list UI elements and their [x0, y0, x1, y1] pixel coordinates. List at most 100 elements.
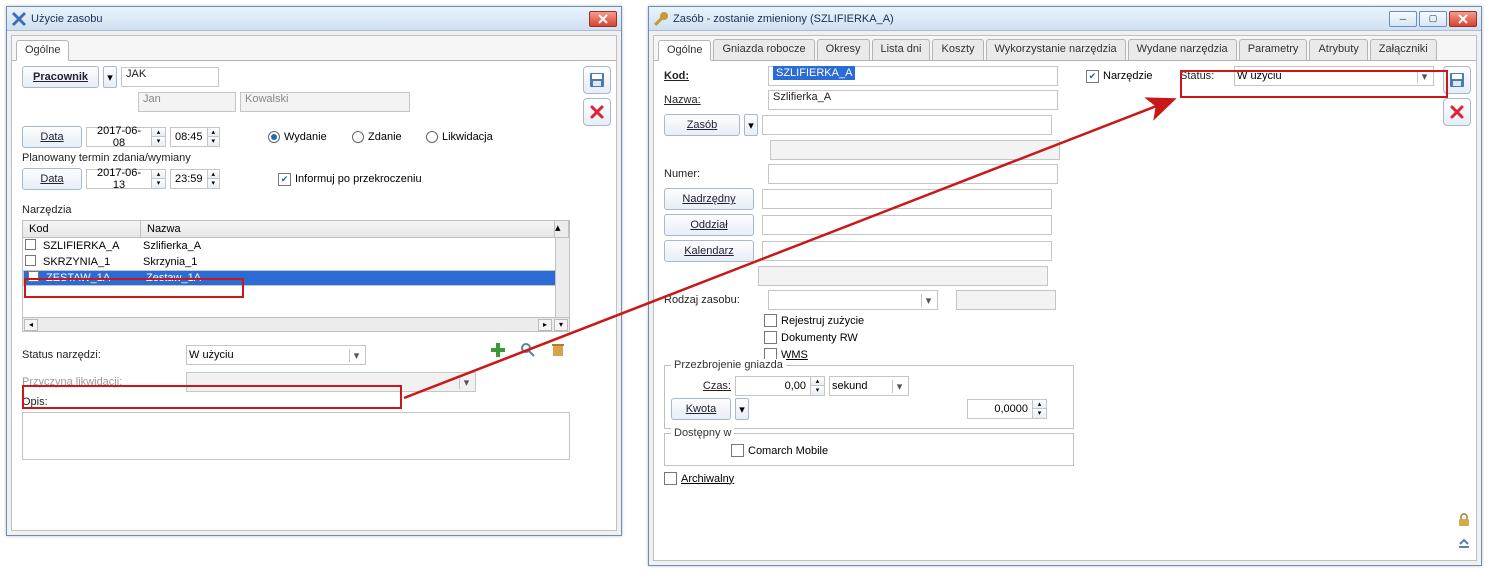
- radio-zdanie[interactable]: Zdanie: [352, 131, 422, 143]
- radio-likwidacja[interactable]: Likwidacja: [426, 131, 506, 143]
- save-button[interactable]: [583, 66, 611, 94]
- zasob-button[interactable]: Zasób: [664, 114, 740, 136]
- status-select-r[interactable]: W użyciu▾: [1234, 66, 1434, 86]
- time1-input[interactable]: 08:45▴▾: [170, 127, 220, 147]
- przyczyna-select: ▾: [186, 372, 476, 392]
- tab-gniazda[interactable]: Gniazda robocze: [713, 39, 814, 60]
- wrench-icon: [653, 11, 669, 27]
- tab-koszty[interactable]: Koszty: [932, 39, 983, 60]
- przezbrojenie-title: Przezbrojenie gniazda: [671, 359, 786, 371]
- tab-atrybuty[interactable]: Atrybuty: [1309, 39, 1367, 60]
- window-zasob: Zasób - zostanie zmieniony (SZLIFIERKA_A…: [648, 6, 1482, 566]
- status-label: Status narzędzi:: [22, 349, 182, 361]
- comarch-checkbox[interactable]: Comarch Mobile: [731, 444, 828, 457]
- close-button[interactable]: [583, 98, 611, 126]
- czas-unit-select[interactable]: sekund▾: [829, 376, 909, 396]
- row-zasob: Zasób ▾: [664, 114, 1436, 136]
- status-select[interactable]: W użyciu▾: [186, 345, 366, 365]
- table-row-selected[interactable]: ZESTAW_1A Zestaw_1A: [23, 270, 569, 286]
- date2-input[interactable]: 2017-06-13▴▾: [86, 169, 166, 189]
- tab-parametry[interactable]: Parametry: [1239, 39, 1308, 60]
- hscroll[interactable]: ◂▸ ▾: [22, 318, 570, 332]
- window-minimize-button[interactable]: ─: [1389, 11, 1417, 27]
- row-zasob2: [770, 140, 1436, 160]
- collapse-button[interactable]: [1456, 535, 1472, 554]
- row-przyczyna: Przyczyna likwidacji: ▾: [22, 372, 576, 392]
- tab-ogolne[interactable]: Ogólne: [16, 40, 69, 61]
- tab-wydane[interactable]: Wydane narzędzia: [1128, 39, 1237, 60]
- tab-ogolne-r[interactable]: Ogólne: [658, 40, 711, 61]
- pracownik-code-input[interactable]: JAK: [121, 67, 219, 87]
- save-button-r[interactable]: [1443, 66, 1471, 94]
- zasob-input[interactable]: [762, 115, 1052, 135]
- table-row[interactable]: SKRZYNIA_1 Skrzynia_1: [23, 254, 569, 270]
- rodzaj-ro: [956, 290, 1056, 310]
- client-right: Ogólne Gniazda robocze Okresy Lista dni …: [653, 35, 1477, 561]
- narzedzie-checkbox[interactable]: ✔Narzędzie: [1086, 70, 1166, 83]
- numer-label: Numer:: [664, 168, 764, 180]
- kwota-button[interactable]: Kwota: [671, 398, 731, 420]
- row-kalendarz2: [758, 266, 1436, 286]
- window-maximize-button[interactable]: ▢: [1419, 11, 1447, 27]
- zasob-drop[interactable]: ▾: [744, 114, 758, 136]
- kwota-input[interactable]: 0,0000▴▾: [967, 399, 1047, 419]
- data-button-2[interactable]: Data: [22, 168, 82, 190]
- col-kod[interactable]: Kod: [23, 221, 141, 237]
- rejestruj-checkbox[interactable]: Rejestruj zużycie: [764, 314, 864, 327]
- rodzaj-label: Rodzaj zasobu:: [664, 294, 764, 306]
- radio-wydanie[interactable]: Wydanie: [268, 131, 348, 143]
- search-button[interactable]: [520, 342, 546, 368]
- close-button-r[interactable]: [1443, 98, 1471, 126]
- kwota-drop[interactable]: ▾: [735, 398, 749, 420]
- opis-textarea[interactable]: [22, 412, 570, 460]
- tab-okresy[interactable]: Okresy: [817, 39, 870, 60]
- nadrzedny-button[interactable]: Nadrzędny: [664, 188, 754, 210]
- row-date2: Data 2017-06-13▴▾ 23:59▴▾ ✔Informuj po p…: [22, 168, 576, 190]
- lock-button[interactable]: [1456, 512, 1472, 531]
- data-button-1[interactable]: Data: [22, 126, 82, 148]
- col-nazwa[interactable]: Nazwa: [141, 221, 555, 237]
- row-comarch: Comarch Mobile: [731, 444, 1067, 457]
- tab-listadni[interactable]: Lista dni: [872, 39, 931, 60]
- pracownik-last-input: Kowalski: [240, 92, 410, 112]
- row-narzedzia-label: Narzędzia: [22, 204, 576, 216]
- oddzial-button[interactable]: Oddział: [664, 214, 754, 236]
- oddzial-input[interactable]: [762, 215, 1052, 235]
- pracownik-first-input: Jan: [138, 92, 236, 112]
- add-button[interactable]: [490, 342, 516, 368]
- kalendarz-button[interactable]: Kalendarz: [664, 240, 754, 262]
- date1-input[interactable]: 2017-06-08▴▾: [86, 127, 166, 147]
- czas-input[interactable]: 0,00▴▾: [735, 376, 825, 396]
- row-kod: Kod: SZLIFIERKA_A ✔Narzędzie Status: W u…: [664, 66, 1436, 86]
- kod-input[interactable]: SZLIFIERKA_A: [768, 66, 1058, 86]
- pracownik-dropdown-button[interactable]: ▾: [103, 66, 117, 88]
- body-right: Kod: SZLIFIERKA_A ✔Narzędzie Status: W u…: [658, 62, 1436, 556]
- time2-input[interactable]: 23:59▴▾: [170, 169, 220, 189]
- window-close-button-right[interactable]: [1449, 11, 1477, 27]
- client-left: Ogólne Pracownik ▾ JAK Jan Kowalski: [11, 35, 617, 531]
- dokumenty-checkbox[interactable]: Dokumenty RW: [764, 331, 858, 344]
- window-close-button[interactable]: [589, 11, 617, 27]
- nadrzedny-input[interactable]: [762, 189, 1052, 209]
- row-plan-label: Planowany termin zdania/wymiany: [22, 152, 576, 164]
- table-row[interactable]: SZLIFIERKA_A Szlifierka_A: [23, 238, 569, 254]
- informuj-checkbox[interactable]: ✔Informuj po przekroczeniu: [278, 173, 422, 186]
- group-dostepny: Dostępny w Comarch Mobile: [664, 433, 1074, 466]
- row-kalendarz: Kalendarz: [664, 240, 1436, 262]
- kalendarz-input[interactable]: [762, 241, 1052, 261]
- vscroll[interactable]: [555, 238, 569, 317]
- nazwa-input[interactable]: Szlifierka_A: [768, 90, 1058, 110]
- list-header: Kod Nazwa ▴: [22, 220, 570, 238]
- tab-wykorzystanie[interactable]: Wykorzystanie narzędzia: [986, 39, 1126, 60]
- tab-zalaczniki[interactable]: Załączniki: [1370, 39, 1437, 60]
- side-buttons-right: [1442, 66, 1472, 126]
- scroll-up-button[interactable]: ▴: [555, 221, 569, 237]
- rodzaj-select[interactable]: ▾: [768, 290, 938, 310]
- row-archiwalny: Archiwalny: [664, 472, 1436, 485]
- numer-input[interactable]: [768, 164, 1058, 184]
- archiwalny-checkbox[interactable]: Archiwalny: [664, 472, 734, 485]
- pracownik-button[interactable]: Pracownik: [22, 66, 99, 88]
- titlebar-left: Użycie zasobu: [7, 7, 621, 31]
- titlebar-right: Zasób - zostanie zmieniony (SZLIFIERKA_A…: [649, 7, 1481, 31]
- delete-button[interactable]: [550, 342, 576, 368]
